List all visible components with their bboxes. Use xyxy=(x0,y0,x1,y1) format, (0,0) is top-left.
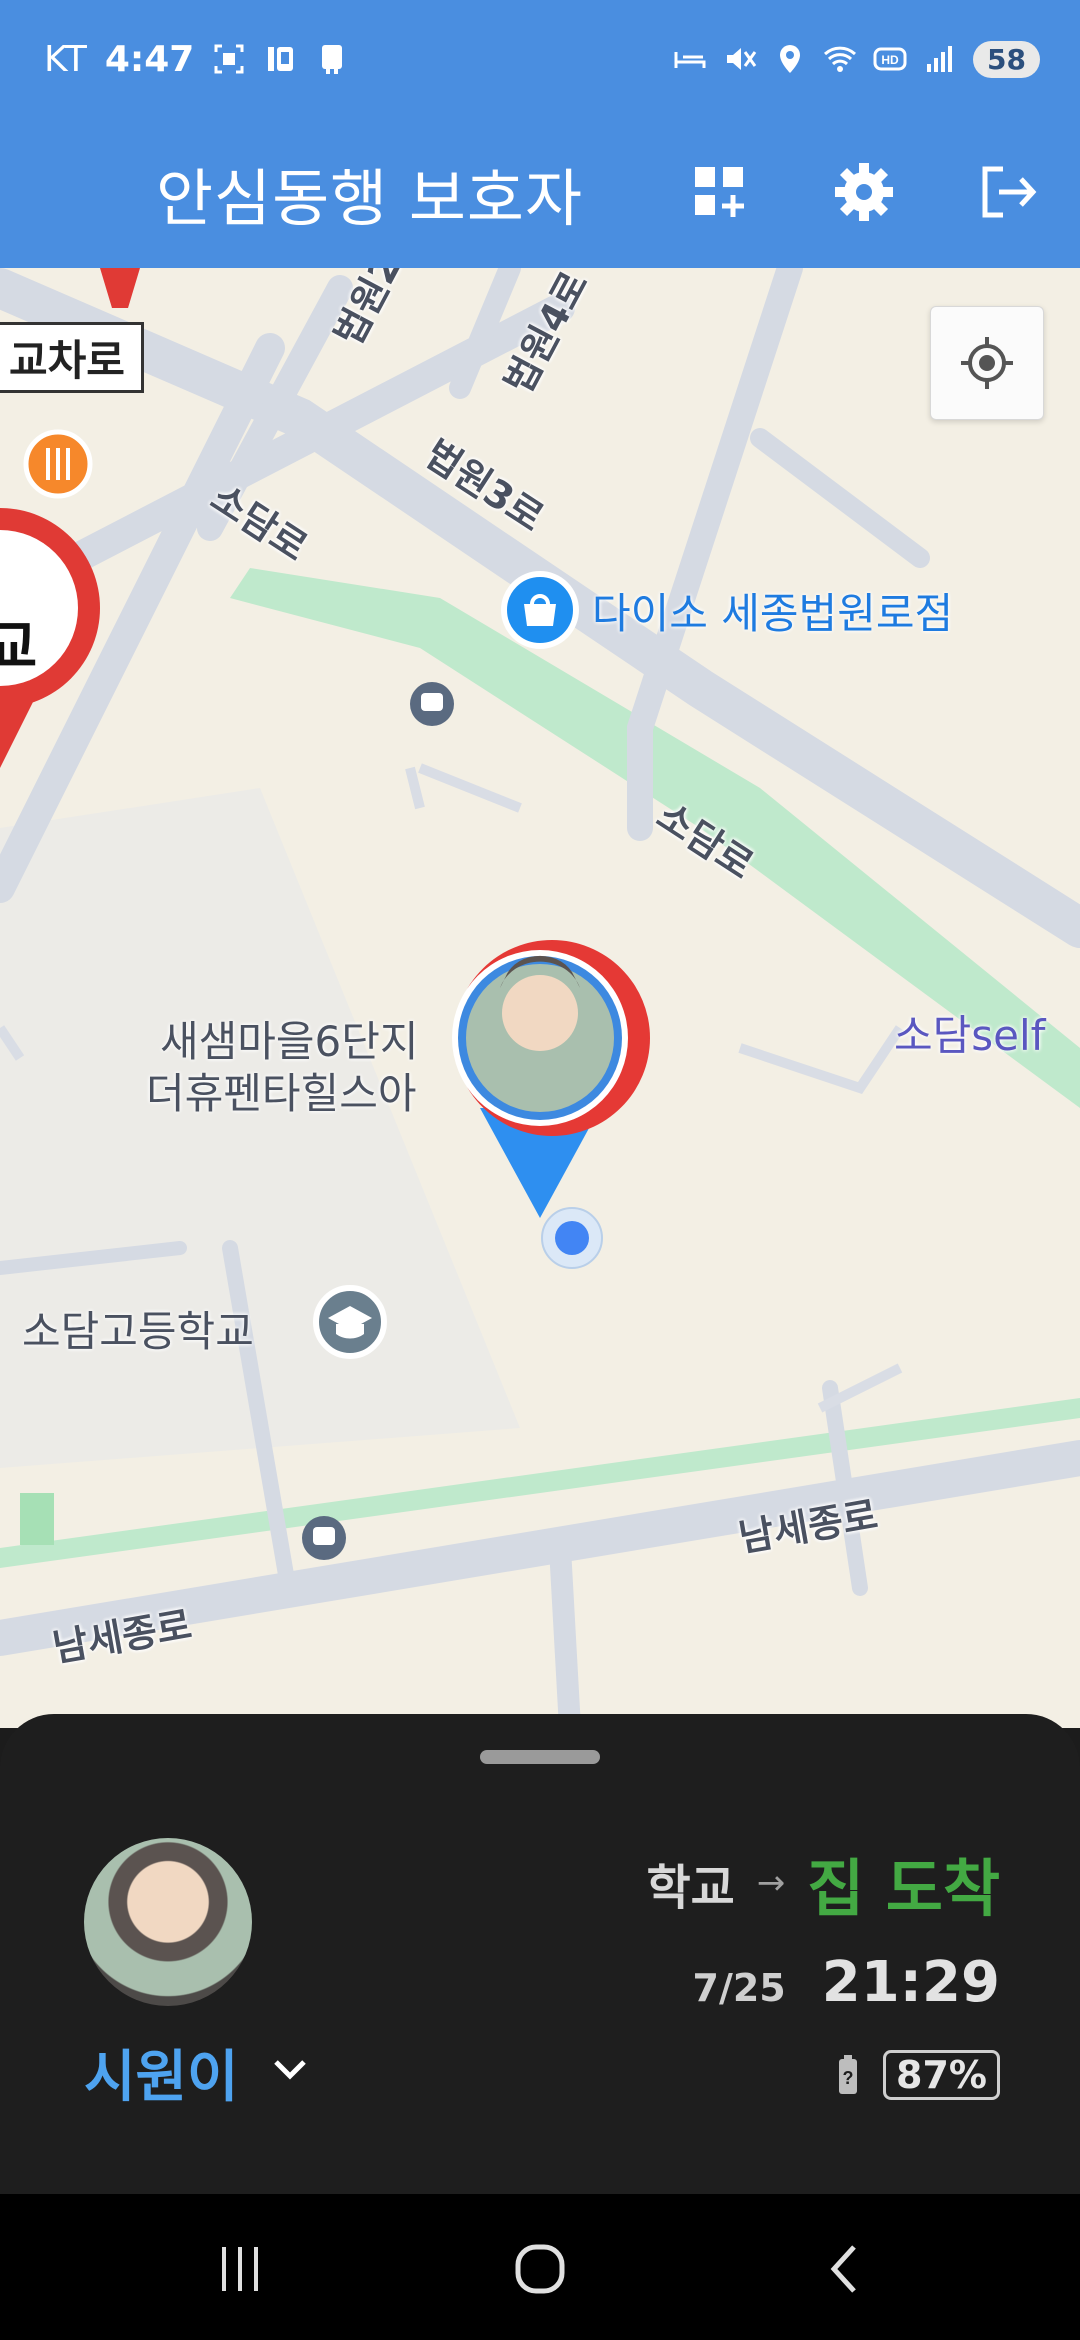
add-widget-button[interactable] xyxy=(678,150,762,234)
sheet-drag-handle[interactable] xyxy=(480,1750,600,1764)
bus-stop-icon xyxy=(410,682,454,726)
map-view[interactable]: 교차로 교 법원2로 법원4로 법원3로 소담로 소담로 다이소 세종법원로점 … xyxy=(0,268,1080,1728)
carrier-label: KT xyxy=(44,38,87,80)
current-location-dot xyxy=(541,1207,603,1269)
recent-apps-button[interactable] xyxy=(200,2234,280,2304)
phone-icon xyxy=(322,45,343,74)
status-left: KT 4:47 xyxy=(44,39,350,80)
screen-capture-icon xyxy=(214,44,244,74)
svg-text:?: ? xyxy=(843,2068,854,2088)
sim-icon xyxy=(268,47,294,71)
settings-icon xyxy=(835,163,893,221)
status-clock: 4:47 xyxy=(104,38,195,80)
battery-level: 58 xyxy=(973,40,1040,78)
arrival-time: 21:29 xyxy=(821,1950,1000,2015)
poi-label-school[interactable]: 소담고등학교 xyxy=(22,1298,254,1359)
logout-button[interactable] xyxy=(966,150,1050,234)
signal-icon xyxy=(927,46,953,72)
back-icon xyxy=(830,2245,856,2293)
bus-stop-icon xyxy=(302,1516,346,1560)
location-icon xyxy=(780,45,801,73)
shopping-bag-icon xyxy=(501,571,579,649)
settings-button[interactable] xyxy=(822,150,906,234)
alarm-bed-icon xyxy=(674,52,706,68)
mute-icon xyxy=(727,48,757,70)
poi-label-apartment-2: 더휴펜타힐스아 xyxy=(146,1069,417,1118)
battery-icon: ? xyxy=(839,2055,858,2094)
child-location-marker xyxy=(452,940,650,1218)
back-button[interactable] xyxy=(804,2234,884,2304)
hd-icon: HD xyxy=(873,47,907,71)
poi-label-sodam-self[interactable]: 소담self xyxy=(894,1002,1045,1063)
device-battery-row: ? 87% xyxy=(837,2050,1000,2100)
wifi-icon xyxy=(824,46,857,72)
arrival-time-row: 7/25 21:29 xyxy=(693,1950,1000,2015)
route-origin: 학교 xyxy=(646,1860,735,1916)
home-icon xyxy=(515,2244,565,2294)
route-destination-status: 집 도착 xyxy=(807,1852,1000,1925)
status-sheet[interactable]: 시원이 학교 → 집 도착 7/25 21:29 ? 87% xyxy=(0,1714,1080,2194)
school-icon xyxy=(313,1285,387,1359)
recent-apps-icon xyxy=(222,2247,258,2291)
page-title: 안심동행 보호자 xyxy=(156,162,583,235)
my-location-button[interactable] xyxy=(930,306,1044,420)
svg-text:HD: HD xyxy=(881,53,899,67)
crosshair-icon xyxy=(961,337,1013,389)
arrival-date: 7/25 xyxy=(692,1966,786,2010)
app-header: 안심동행 보호자 xyxy=(0,118,1080,268)
status-bar: KT 4:47 HD 58 xyxy=(0,0,1080,118)
chevron-down-icon[interactable] xyxy=(268,2048,312,2092)
logout-icon xyxy=(982,166,1037,218)
restaurant-icon xyxy=(23,429,93,499)
poi-label-daiso[interactable]: 다이소 세종법원로점 xyxy=(592,580,953,641)
system-nav-bar xyxy=(0,2194,1080,2340)
intersection-label: 교차로 xyxy=(0,322,144,393)
child-avatar[interactable] xyxy=(84,1838,252,2006)
route-arrow-icon: → xyxy=(756,1863,786,1903)
add-widget-icon xyxy=(695,167,744,217)
device-battery-level: 87% xyxy=(883,2050,1000,2100)
status-icons: HD 58 xyxy=(673,40,1040,78)
school-marker-label: 교 xyxy=(0,613,38,681)
route-status: 학교 → 집 도착 xyxy=(646,1838,1000,1928)
child-name[interactable]: 시원이 xyxy=(84,2032,239,2113)
home-button[interactable] xyxy=(500,2234,580,2304)
